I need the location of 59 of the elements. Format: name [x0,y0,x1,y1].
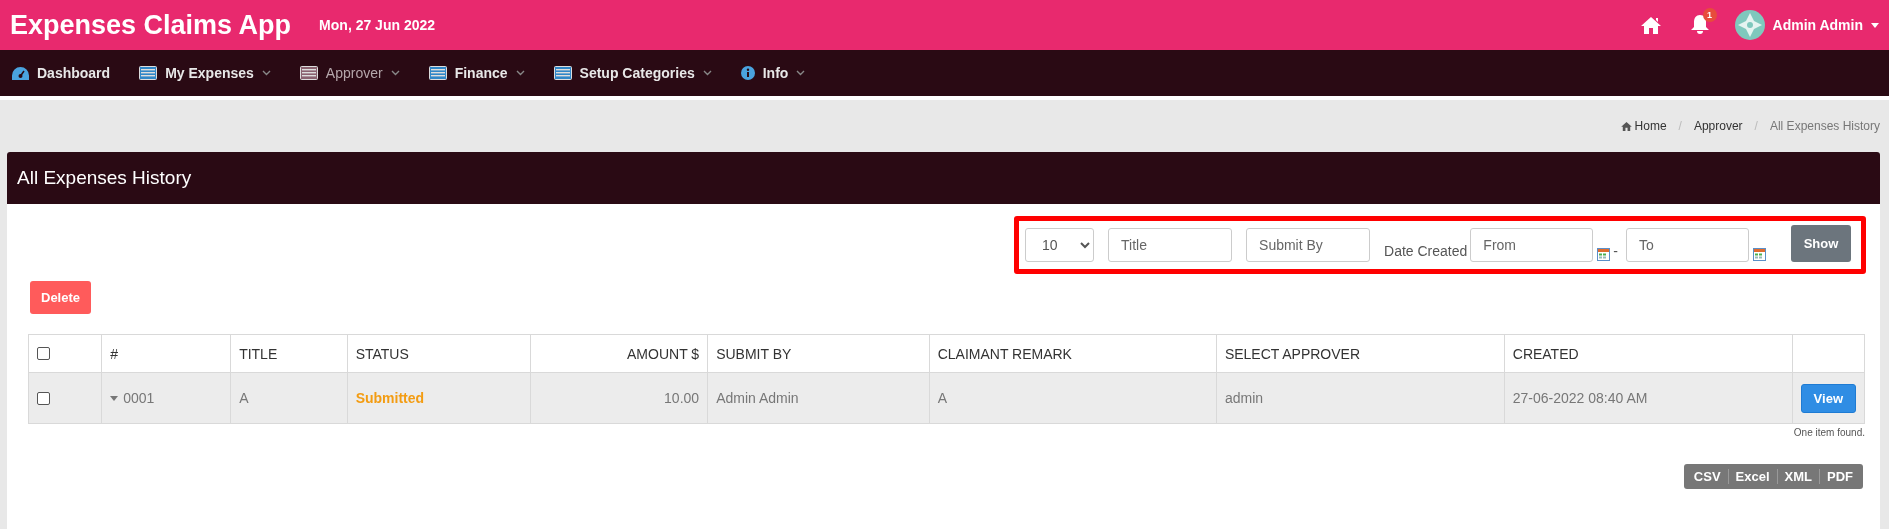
table-cell: A [929,372,1217,424]
nav-menu-item[interactable]: Setup Categories [553,65,724,81]
table-cell: 27-06-2022 08:40 AM [1504,372,1793,424]
list-window-icon [428,66,447,80]
table-cell: admin [1216,372,1505,424]
column-header: CLAIMANT REMARK [929,334,1217,373]
avatar-icon [1734,10,1765,40]
table-cell: A [230,372,348,424]
date-created-label: Date Created [1384,243,1468,259]
status-label: Submitted [355,390,425,406]
to-date-field[interactable]: To [1626,228,1749,262]
column-header: AMOUNT $ [530,334,708,373]
submit-by-field[interactable]: Submit By [1246,228,1371,262]
info-icon [740,66,755,80]
nav-menu-item[interactable]: Info [740,65,818,81]
column-header: SELECT APPROVER [1216,334,1505,373]
table-cell: Admin Admin [707,372,930,424]
column-header: STATUS [347,334,531,373]
list-window-icon [553,66,572,80]
caret-icon [1871,22,1879,28]
breadcrumb-link[interactable]: Home [1620,119,1667,133]
nav-menu-item[interactable]: Dashboard [12,65,123,81]
current-date: Mon, 27 Jun 2022 [319,17,436,33]
export-button[interactable]: XML [1776,469,1819,484]
breadcrumb-link[interactable]: Approver [1693,119,1743,133]
home-icon [1620,121,1632,131]
from-date-field[interactable]: From [1470,228,1594,262]
checkbox[interactable] [37,347,50,360]
list-window-icon [139,66,158,80]
column-header: # [101,334,231,373]
notification-badge: 1 [1702,8,1717,22]
export-button[interactable]: CSV [1686,469,1728,484]
export-button[interactable]: PDF [1819,469,1860,484]
column-header: TITLE [230,334,348,373]
column-header: SUBMIT BY [707,334,930,373]
panel-title: All Expenses History [7,152,1880,204]
column-header: CREATED [1504,334,1793,373]
checkbox[interactable] [37,391,50,405]
breadcrumb-current: All Expenses History [1769,119,1880,133]
breadcrumb-separator: / [1678,119,1682,133]
home-icon[interactable] [1640,16,1661,34]
page-size-select[interactable]: 10 [1025,228,1095,262]
nav-menu-item[interactable]: Finance [428,65,537,81]
app-title: Expenses Claims App [10,9,292,41]
nav-menu-item[interactable]: My Expenses [139,65,283,81]
table-cell: 10.00 [530,372,708,424]
list-window-icon [299,66,318,80]
result-summary: One item found. [1792,427,1865,438]
breadcrumb-separator: / [1754,119,1758,133]
nav-menu-item[interactable]: Approver [299,65,412,81]
show-button[interactable]: Show [1791,224,1851,262]
calendar-icon[interactable] [1597,248,1611,261]
export-button[interactable]: Excel [1727,469,1777,484]
gauge-icon [12,66,29,80]
bell-icon[interactable] [1690,15,1709,35]
user-menu[interactable]: Admin Admin [1734,10,1879,40]
date-separator: - [1613,243,1618,259]
title-field[interactable]: Title [1108,228,1233,262]
calendar-icon[interactable] [1753,248,1766,261]
